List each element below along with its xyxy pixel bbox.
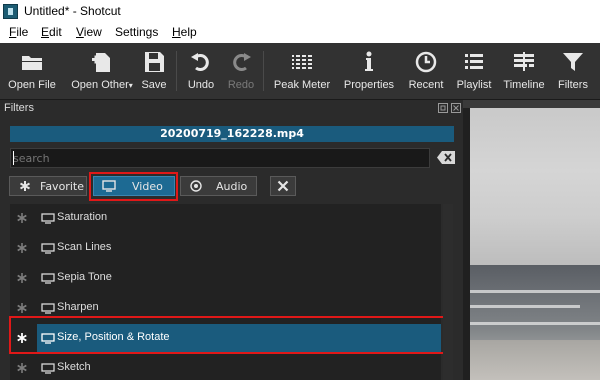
redo-button[interactable]: Redo <box>224 43 258 99</box>
clock-icon <box>415 51 437 73</box>
folder-icon <box>22 56 42 70</box>
filter-name: Scan Lines <box>57 241 112 253</box>
filters-label: Filters <box>558 79 588 91</box>
close-panel-icon[interactable] <box>451 103 461 113</box>
preview-sky <box>470 108 600 265</box>
redo-label: Redo <box>227 79 255 91</box>
list-icon <box>465 54 483 69</box>
peak-meter-icon <box>292 54 312 70</box>
preview-sand <box>470 340 600 380</box>
speaker-icon <box>190 180 202 192</box>
filter-name: Sharpen <box>57 301 99 313</box>
monitor-icon <box>41 243 55 254</box>
file-plus-icon <box>92 53 110 72</box>
filters-panel: Filters 20200719_162228.mp4 Favorite Vid… <box>0 100 463 380</box>
filter-name: Size, Position & Rotate <box>57 331 170 343</box>
shotcut-app-icon <box>3 4 18 19</box>
text-cursor <box>13 151 14 165</box>
preview-wave <box>470 290 600 293</box>
float-panel-icon[interactable] <box>438 103 448 113</box>
properties-label: Properties <box>343 79 395 91</box>
timeline-button[interactable]: Timeline <box>500 43 548 99</box>
playlist-button[interactable]: Playlist <box>452 43 496 99</box>
timeline-label: Timeline <box>503 79 545 91</box>
peak-meter-label: Peak Meter <box>273 79 331 91</box>
favorite-star-icon[interactable] <box>16 242 28 254</box>
tab-favorite[interactable]: Favorite <box>9 176 87 196</box>
list-item[interactable]: Sketch <box>10 354 441 380</box>
title-bar: Untitled* - Shotcut <box>0 0 600 23</box>
info-icon <box>365 51 373 71</box>
list-item[interactable]: Scan Lines <box>10 234 441 264</box>
list-item[interactable]: Sepia Tone <box>10 264 441 294</box>
main-toolbar: Open File Open Other▾ Save Undo Redo Pea… <box>0 43 600 100</box>
preview-header <box>463 100 600 108</box>
monitor-icon <box>102 180 116 192</box>
clear-search-icon[interactable] <box>437 151 455 164</box>
undo-label: Undo <box>187 79 215 91</box>
undo-icon <box>191 53 209 71</box>
open-file-label: Open File <box>8 79 56 91</box>
recent-button[interactable]: Recent <box>404 43 448 99</box>
redo-icon <box>233 53 251 71</box>
menu-file[interactable]: File <box>8 25 29 39</box>
tab-video-label: Video <box>132 180 163 193</box>
list-item-selected[interactable]: Size, Position & Rotate <box>10 324 441 354</box>
monitor-icon <box>41 213 55 224</box>
video-preview[interactable] <box>463 100 600 380</box>
clip-name-bar: 20200719_162228.mp4 <box>10 126 454 142</box>
tab-audio-label: Audio <box>216 180 248 193</box>
favorite-star-icon[interactable] <box>16 272 28 284</box>
favorite-star-icon[interactable] <box>16 332 28 344</box>
monitor-icon <box>41 303 55 314</box>
open-other-button[interactable]: Open Other▾ <box>66 43 138 99</box>
filter-list: Saturation Scan Lines Sepia Tone Sharpen… <box>10 204 441 380</box>
open-file-button[interactable]: Open File <box>2 43 62 99</box>
close-icon <box>277 180 289 192</box>
search-input[interactable] <box>13 150 423 166</box>
save-icon <box>145 52 164 72</box>
tab-video[interactable]: Video <box>93 176 175 196</box>
favorite-star-icon[interactable] <box>16 302 28 314</box>
preview-wave <box>470 305 580 308</box>
favorite-star-icon[interactable] <box>16 212 28 224</box>
filter-name: Saturation <box>57 211 108 223</box>
menu-view[interactable]: View <box>75 25 103 39</box>
playlist-label: Playlist <box>456 79 492 91</box>
tab-favorite-label: Favorite <box>40 180 84 193</box>
toolbar-separator <box>176 51 177 91</box>
undo-button[interactable]: Undo <box>184 43 218 99</box>
monitor-icon <box>41 333 55 344</box>
save-label: Save <box>141 79 167 91</box>
list-item[interactable]: Saturation <box>10 204 441 234</box>
filters-button[interactable]: Filters <box>552 43 594 99</box>
toolbar-separator <box>263 51 264 91</box>
properties-button[interactable]: Properties <box>340 43 398 99</box>
close-filter-list-button[interactable] <box>270 176 296 196</box>
save-button[interactable]: Save <box>138 43 170 99</box>
filter-list-scrollbar[interactable] <box>443 204 453 380</box>
open-other-label: Open Other▾ <box>71 79 133 91</box>
filter-name: Sketch <box>57 361 91 373</box>
menu-bar: File Edit View Settings Help <box>0 23 600 43</box>
asterisk-icon <box>20 181 30 191</box>
search-field[interactable] <box>10 148 430 168</box>
monitor-icon <box>41 363 55 374</box>
tab-audio[interactable]: Audio <box>180 176 257 196</box>
panel-title: Filters <box>4 102 34 114</box>
preview-wave <box>470 322 600 325</box>
filter-name: Sepia Tone <box>57 271 112 283</box>
funnel-icon <box>563 53 583 71</box>
menu-settings[interactable]: Settings <box>114 25 159 39</box>
favorite-star-icon[interactable] <box>16 362 28 374</box>
monitor-icon <box>41 273 55 284</box>
list-item[interactable]: Sharpen <box>10 294 441 324</box>
timeline-icon <box>514 52 534 71</box>
menu-edit[interactable]: Edit <box>40 25 63 39</box>
recent-label: Recent <box>408 79 444 91</box>
window-title: Untitled* - Shotcut <box>24 4 121 18</box>
peak-meter-button[interactable]: Peak Meter <box>270 43 334 99</box>
menu-help[interactable]: Help <box>171 25 198 39</box>
